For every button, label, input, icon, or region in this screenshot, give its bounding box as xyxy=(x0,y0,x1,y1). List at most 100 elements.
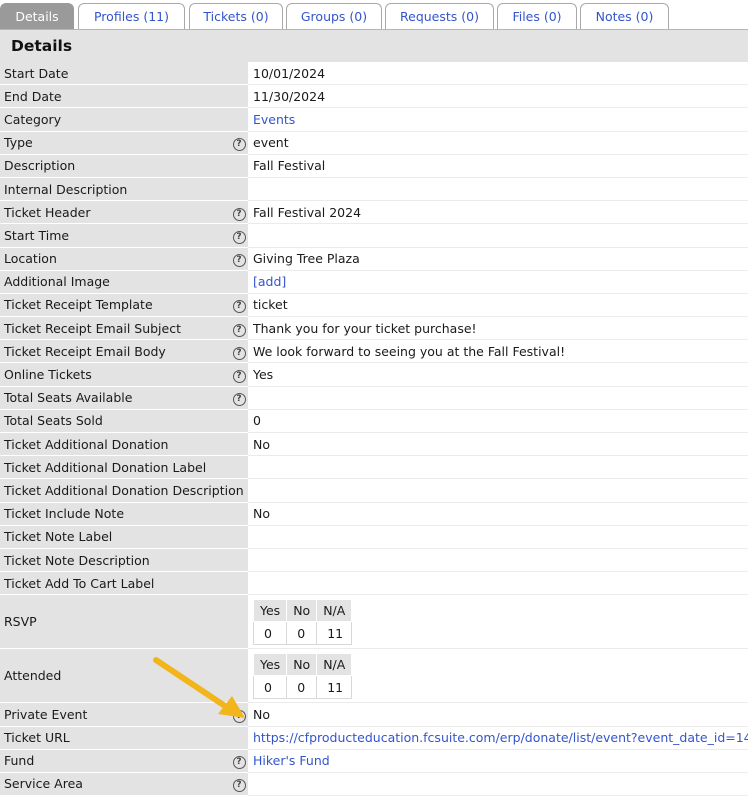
ticket-additional-donation-label: Ticket Additional Donation xyxy=(0,432,230,457)
tab-bar: Details Profiles (11) Tickets (0) Groups… xyxy=(0,3,748,29)
location-value: Giving Tree Plaza xyxy=(248,247,748,271)
add-image-link[interactable]: [add] xyxy=(253,274,286,289)
row-ticket-include-note: Ticket Include Note No xyxy=(0,502,748,526)
tab-details[interactable]: Details xyxy=(0,3,74,29)
fund-link[interactable]: Hiker's Fund xyxy=(253,753,330,768)
start-time-value xyxy=(248,223,748,248)
rsvp-yes-count: 0 xyxy=(252,621,288,646)
ticket-note-label-value xyxy=(248,525,748,549)
row-online-tickets: Online Tickets ? Yes xyxy=(0,362,748,387)
row-location: Location ? Giving Tree Plaza xyxy=(0,247,748,271)
row-ticket-additional-donation-description: Ticket Additional Donation Description xyxy=(0,478,748,503)
private-event-label: Private Event xyxy=(0,702,230,727)
attended-header-na: N/A xyxy=(316,653,353,677)
fund-label: Fund xyxy=(0,749,230,773)
row-service-area: Service Area ? xyxy=(0,772,748,796)
tab-notes[interactable]: Notes (0) xyxy=(580,3,669,29)
row-start-time: Start Time ? xyxy=(0,223,748,248)
rsvp-header-no: No xyxy=(286,599,318,623)
total-seats-available-label: Total Seats Available xyxy=(0,386,230,410)
question-circle-icon[interactable]: ? xyxy=(232,393,246,407)
rsvp-no-count: 0 xyxy=(286,621,318,646)
row-attended: Attended Yes No N/A 0 0 11 xyxy=(0,648,748,704)
additional-image-label: Additional Image xyxy=(0,270,230,294)
rsvp-table: Yes No N/A 0 0 11 xyxy=(252,599,353,646)
tab-profiles[interactable]: Profiles (11) xyxy=(78,3,185,29)
row-description: Description Fall Festival xyxy=(0,154,748,178)
row-total-seats-sold: Total Seats Sold 0 xyxy=(0,409,748,434)
row-ticket-note-description: Ticket Note Description xyxy=(0,548,748,573)
question-circle-icon[interactable]: ? xyxy=(232,779,246,793)
end-date-label: End Date xyxy=(0,84,230,109)
attended-header-yes: Yes xyxy=(252,653,288,677)
location-label: Location xyxy=(0,247,230,271)
ticket-add-to-cart-label-label: Ticket Add To Cart Label xyxy=(0,571,230,596)
start-date-label: Start Date xyxy=(0,62,230,86)
tab-requests[interactable]: Requests (0) xyxy=(385,3,494,29)
row-ticket-additional-donation: Ticket Additional Donation No xyxy=(0,432,748,457)
row-end-date: End Date 11/30/2024 xyxy=(0,84,748,109)
row-ticket-header: Ticket Header ? Fall Festival 2024 xyxy=(0,200,748,225)
attended-label: Attended xyxy=(0,648,230,704)
attended-table: Yes No N/A 0 0 11 xyxy=(252,653,353,700)
question-circle-icon[interactable]: ? xyxy=(232,370,246,384)
description-value: Fall Festival xyxy=(248,154,748,178)
row-total-seats-available: Total Seats Available ? xyxy=(0,386,748,410)
rsvp-header-na: N/A xyxy=(316,599,353,623)
row-private-event: Private Event ? No xyxy=(0,702,748,727)
section-title: Details xyxy=(0,30,748,62)
end-date-value: 11/30/2024 xyxy=(248,84,748,109)
attended-na-count: 11 xyxy=(316,675,353,700)
ticket-additional-donation-description-value xyxy=(248,478,748,503)
question-circle-icon[interactable]: ? xyxy=(232,709,246,723)
row-ticket-receipt-email-body: Ticket Receipt Email Body ? We look forw… xyxy=(0,339,748,364)
total-seats-sold-label: Total Seats Sold xyxy=(0,409,230,434)
question-circle-icon[interactable]: ? xyxy=(232,254,246,268)
details-table: Start Date 10/01/2024 End Date 11/30/202… xyxy=(0,62,748,796)
ticket-url-label: Ticket URL xyxy=(0,726,230,750)
category-link[interactable]: Events xyxy=(253,112,295,127)
attended-no-count: 0 xyxy=(286,675,318,700)
details-panel: Details Start Date 10/01/2024 End Date 1… xyxy=(0,29,748,796)
ticket-receipt-template-value: ticket xyxy=(248,293,748,318)
description-label: Description xyxy=(0,154,230,178)
ticket-header-value: Fall Festival 2024 xyxy=(248,200,748,225)
attended-yes-count: 0 xyxy=(252,675,288,700)
attended-header-no: No xyxy=(286,653,318,677)
ticket-receipt-email-subject-value: Thank you for your ticket purchase! xyxy=(248,316,748,341)
tab-files[interactable]: Files (0) xyxy=(497,3,577,29)
question-circle-icon[interactable]: ? xyxy=(232,756,246,770)
ticket-url-link[interactable]: https://cfproducteducation.fcsuite.com/e… xyxy=(253,730,748,745)
row-start-date: Start Date 10/01/2024 xyxy=(0,62,748,86)
question-circle-icon[interactable]: ? xyxy=(232,138,246,152)
row-rsvp: RSVP Yes No N/A 0 0 11 xyxy=(0,594,748,650)
row-ticket-note-label: Ticket Note Label xyxy=(0,525,748,549)
row-type: Type ? event xyxy=(0,131,748,155)
question-circle-icon[interactable]: ? xyxy=(232,346,246,360)
ticket-include-note-label: Ticket Include Note xyxy=(0,502,230,526)
rsvp-na-count: 11 xyxy=(316,621,353,646)
total-seats-available-value xyxy=(248,386,748,410)
row-additional-image: Additional Image [add] xyxy=(0,270,748,294)
type-value: event xyxy=(248,131,748,155)
ticket-note-description-value xyxy=(248,548,748,573)
service-area-value xyxy=(248,772,748,796)
total-seats-sold-value: 0 xyxy=(248,409,748,434)
tab-groups[interactable]: Groups (0) xyxy=(286,3,382,29)
online-tickets-label: Online Tickets xyxy=(0,362,230,387)
row-ticket-receipt-email-subject: Ticket Receipt Email Subject ? Thank you… xyxy=(0,316,748,341)
question-circle-icon[interactable]: ? xyxy=(232,323,246,337)
ticket-header-label: Ticket Header xyxy=(0,200,230,225)
row-fund: Fund ? Hiker's Fund xyxy=(0,749,748,773)
service-area-label: Service Area xyxy=(0,772,230,796)
ticket-additional-donation-value: No xyxy=(248,432,748,457)
row-internal-description: Internal Description xyxy=(0,177,748,202)
ticket-additional-donation-description-label: Ticket Additional Donation Description xyxy=(0,478,244,503)
row-ticket-url: Ticket URL https://cfproducteducation.fc… xyxy=(0,726,748,750)
ticket-receipt-template-label: Ticket Receipt Template xyxy=(0,293,230,318)
question-circle-icon[interactable]: ? xyxy=(232,230,246,244)
question-circle-icon[interactable]: ? xyxy=(232,300,246,314)
ticket-receipt-email-subject-label: Ticket Receipt Email Subject xyxy=(0,316,230,341)
question-circle-icon[interactable]: ? xyxy=(232,207,246,221)
tab-tickets[interactable]: Tickets (0) xyxy=(189,3,283,29)
